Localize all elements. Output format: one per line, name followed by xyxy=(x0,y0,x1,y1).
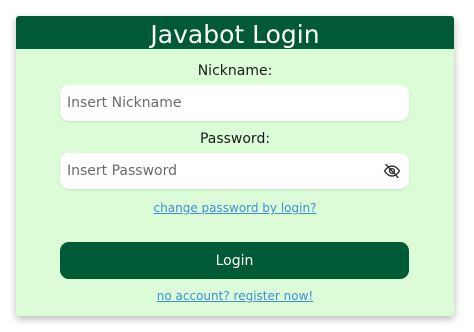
login-card: Javabot Login Nickname: Password: change… xyxy=(16,16,454,316)
nickname-input[interactable] xyxy=(60,85,409,121)
password-label: Password: xyxy=(199,131,271,147)
login-title: Javabot Login xyxy=(16,16,454,49)
password-input[interactable] xyxy=(60,153,409,189)
nickname-field-container xyxy=(60,85,409,121)
eye-slash-icon[interactable] xyxy=(383,163,401,179)
change-password-link[interactable]: change password by login? xyxy=(16,200,454,216)
login-button[interactable]: Login xyxy=(60,242,409,279)
password-field-container xyxy=(60,153,409,189)
register-link[interactable]: no account? register now! xyxy=(16,288,454,304)
nickname-label: Nickname: xyxy=(197,63,273,79)
